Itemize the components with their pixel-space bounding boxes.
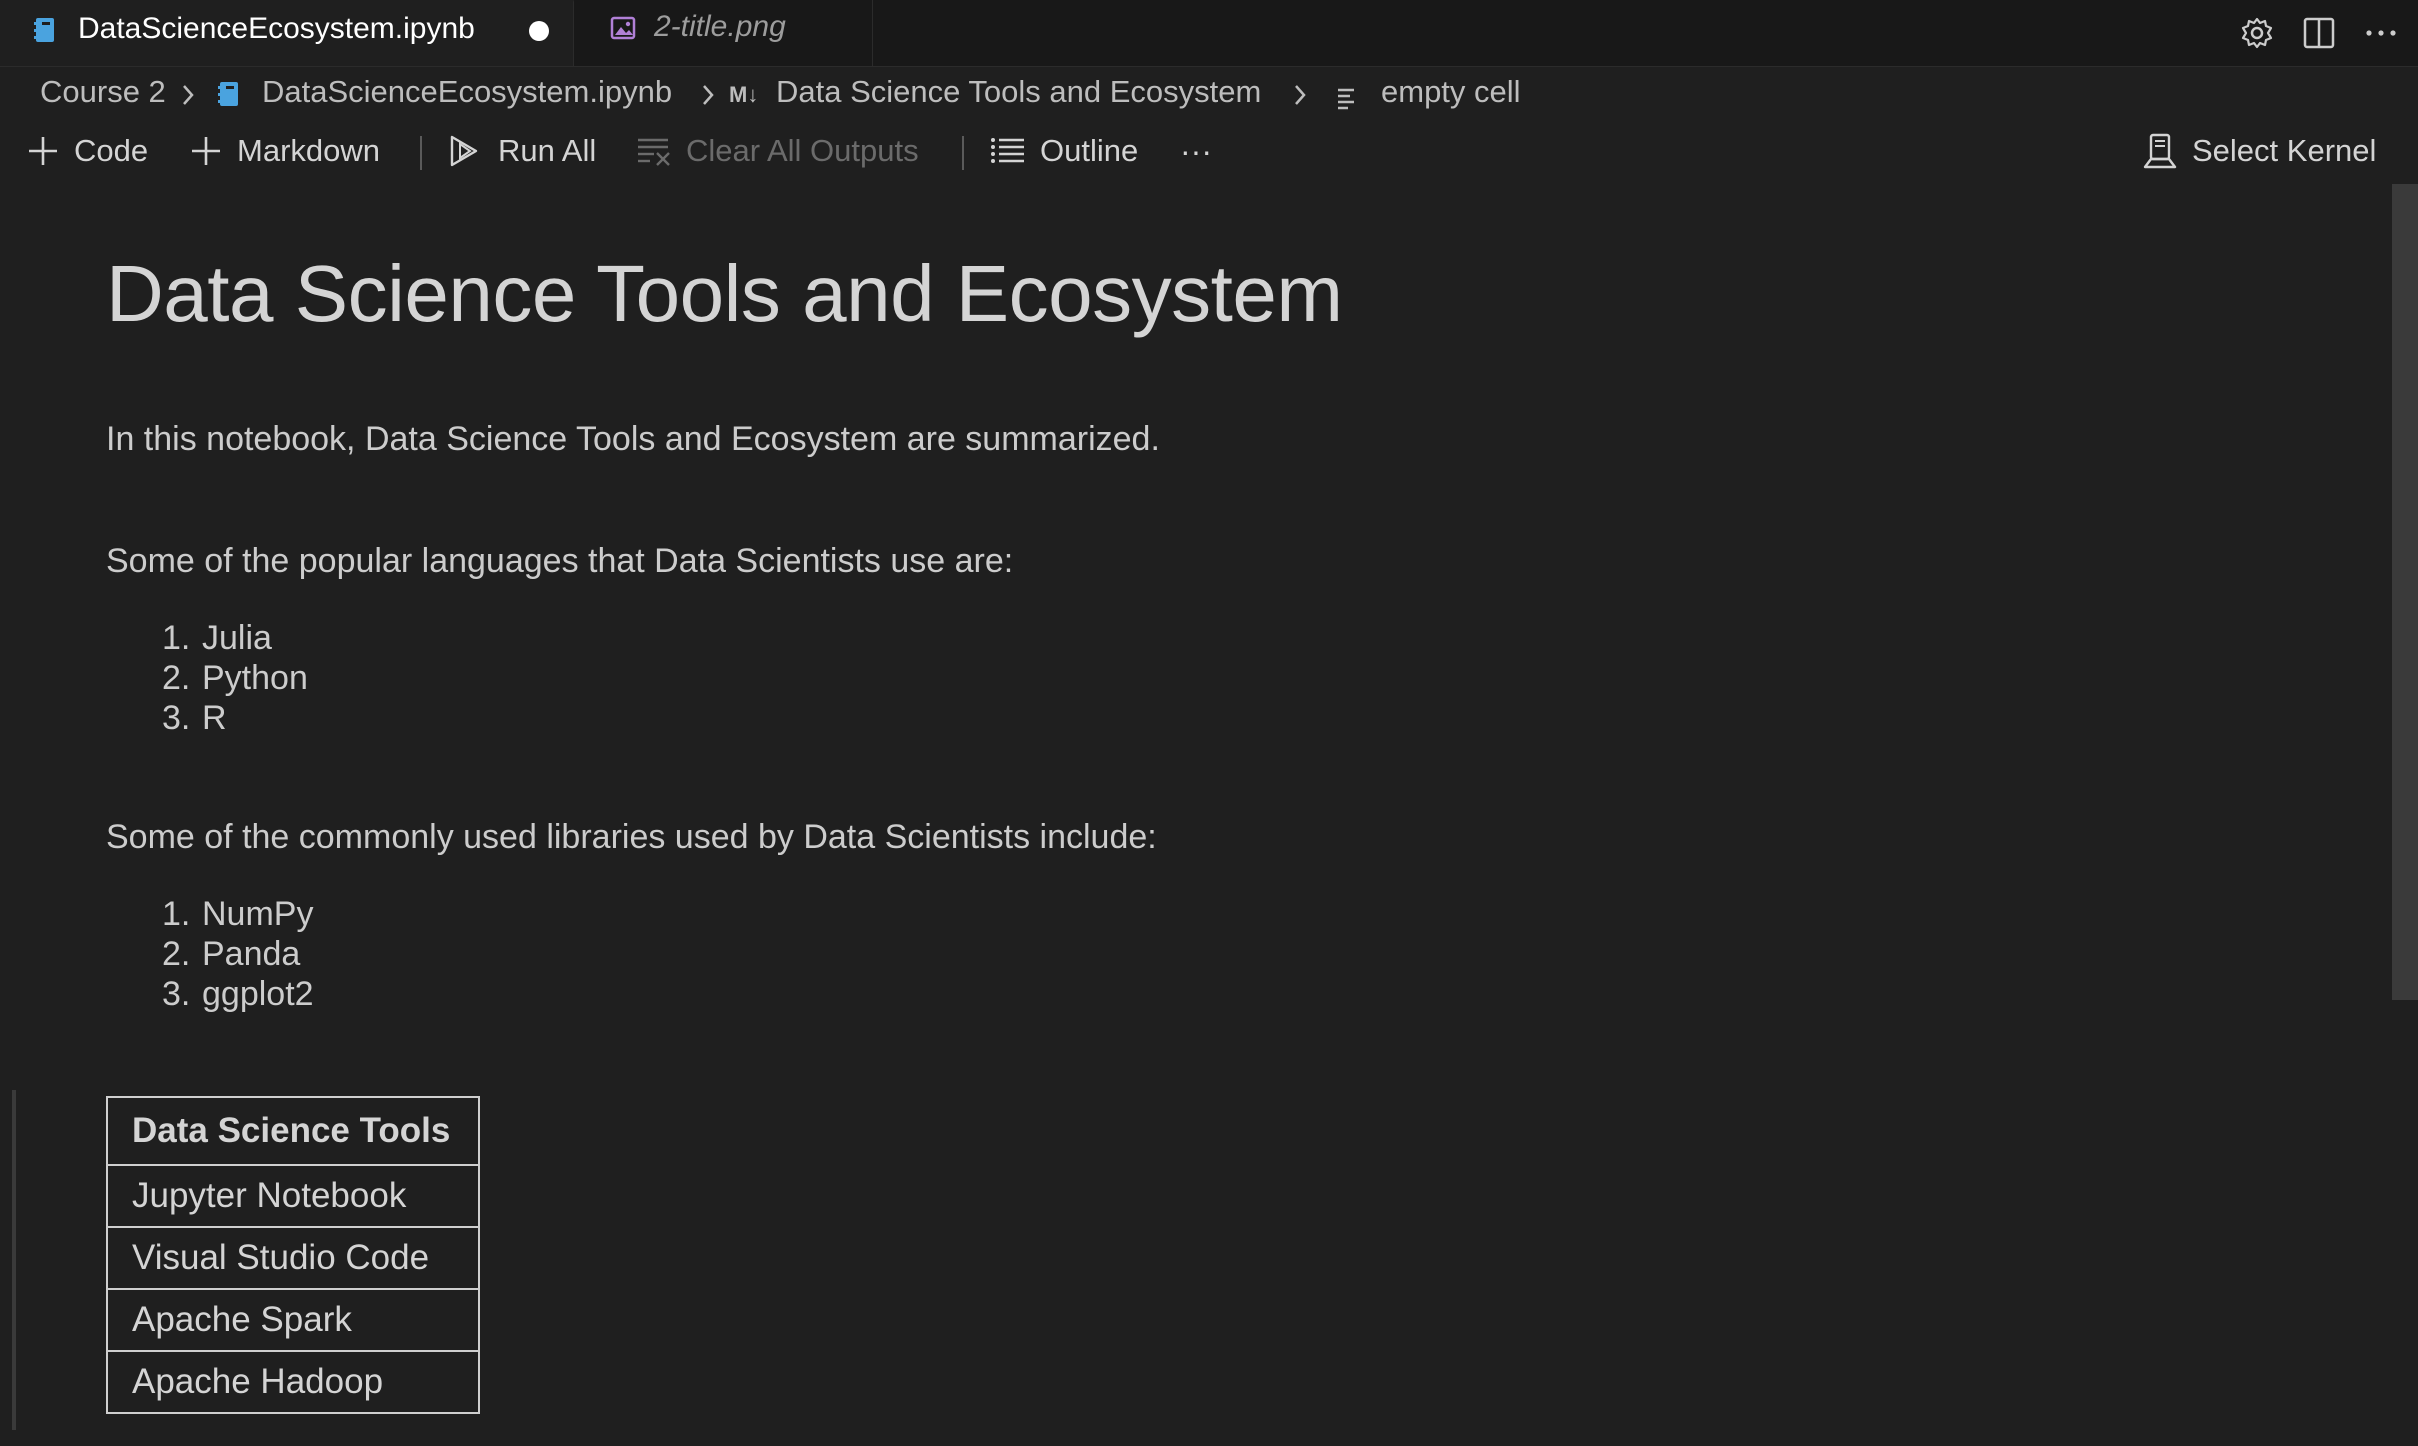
unsaved-dot-icon[interactable] xyxy=(529,21,549,41)
chevron-right-icon xyxy=(1292,80,1308,116)
notebook-icon xyxy=(218,80,240,116)
libraries-heading: Some of the commonly used libraries used… xyxy=(106,818,1157,856)
table-header-cell: Data Science Tools xyxy=(106,1096,480,1166)
markdown-badge-icon: M↓ xyxy=(729,82,759,107)
breadcrumb-empty-cell[interactable]: empty cell xyxy=(1381,74,1521,110)
add-markdown-cell-button[interactable]: Markdown xyxy=(189,128,380,174)
breadcrumb-course-2[interactable]: Course 2 xyxy=(40,74,166,110)
table-header-row: Data Science Tools xyxy=(106,1096,480,1166)
tab-label: 2-title.png xyxy=(654,10,786,43)
gear-icon[interactable] xyxy=(2232,8,2282,58)
more-toolbar-actions-button[interactable]: ··· xyxy=(1180,128,1212,174)
toolbar-divider xyxy=(962,136,964,170)
notebook-title: Data Science Tools and Ecosystem xyxy=(106,249,1343,338)
breadcrumb-notebook-file[interactable]: DataScienceEcosystem.ipynb xyxy=(262,74,672,110)
tab-2-title-png[interactable]: 2-title.png xyxy=(575,0,873,66)
table-cell: Jupyter Notebook xyxy=(106,1164,480,1228)
list-item: 1. NumPy xyxy=(162,895,314,933)
outline-icon xyxy=(991,138,1024,163)
table-row: Apache Hadoop xyxy=(106,1350,480,1414)
table-cell: Apache Hadoop xyxy=(106,1350,480,1414)
clear-outputs-icon xyxy=(638,138,670,166)
more-icon: ··· xyxy=(1180,132,1212,169)
cell-focus-indicator xyxy=(12,1090,16,1430)
plus-icon xyxy=(192,137,220,165)
breadcrumb: Course 2 DataScienceEcosystem.ipynb M↓ D… xyxy=(0,70,2418,118)
run-all-label: Run All xyxy=(498,133,597,168)
kernel-icon xyxy=(2143,133,2177,169)
outline-button[interactable]: Outline xyxy=(990,128,1138,174)
list-item: 3. R xyxy=(162,699,227,737)
empty-cell-icon xyxy=(1336,82,1360,118)
vertical-scrollbar[interactable] xyxy=(2392,184,2418,1000)
add-code-cell-button[interactable]: Code xyxy=(26,128,148,174)
languages-heading: Some of the popular languages that Data … xyxy=(106,542,1014,580)
table-row: Visual Studio Code xyxy=(106,1226,480,1290)
plus-icon xyxy=(29,137,57,165)
run-all-icon xyxy=(450,135,478,167)
split-editor-icon[interactable] xyxy=(2294,8,2344,58)
list-item: 3. ggplot2 xyxy=(162,975,314,1013)
add-code-label: Code xyxy=(74,133,149,168)
list-item: 2. Python xyxy=(162,659,308,697)
tab-bar: DataScienceEcosystem.ipynb 2-title.png xyxy=(0,0,2418,67)
chevron-right-icon xyxy=(180,80,196,116)
chevron-right-icon xyxy=(700,80,716,116)
editor-actions xyxy=(2218,8,2418,58)
notebook-icon xyxy=(34,16,56,52)
image-icon xyxy=(609,14,639,50)
table-cell: Apache Spark xyxy=(106,1288,480,1352)
run-all-button[interactable]: Run All xyxy=(448,128,596,174)
table-row: Apache Spark xyxy=(106,1288,480,1352)
clear-all-outputs-button[interactable]: Clear All Outputs xyxy=(636,128,919,174)
table-row: Jupyter Notebook xyxy=(106,1164,480,1228)
tab-label: DataScienceEcosystem.ipynb xyxy=(78,12,475,45)
tab-datascienceecosystem[interactable]: DataScienceEcosystem.ipynb xyxy=(0,0,574,66)
add-markdown-label: Markdown xyxy=(237,133,380,168)
list-item: 2. Panda xyxy=(162,935,301,973)
list-item: 1. Julia xyxy=(162,619,272,657)
table-cell: Visual Studio Code xyxy=(106,1226,480,1290)
more-actions-icon[interactable] xyxy=(2356,8,2406,58)
toolbar-divider xyxy=(420,136,422,170)
data-science-tools-table: Data Science Tools Jupyter Notebook Visu… xyxy=(106,1096,480,1414)
outline-label: Outline xyxy=(1040,133,1139,168)
libraries-list: 1. NumPy 2. Panda 3. ggplot2 xyxy=(106,894,314,1014)
breadcrumb-heading[interactable]: Data Science Tools and Ecosystem xyxy=(776,74,1261,110)
clear-all-outputs-label: Clear All Outputs xyxy=(686,133,919,168)
select-kernel-label: Select Kernel xyxy=(2192,133,2377,168)
intro-paragraph: In this notebook, Data Science Tools and… xyxy=(106,420,1160,458)
select-kernel-button[interactable]: Select Kernel xyxy=(2142,128,2376,174)
languages-list: 1. Julia 2. Python 3. R xyxy=(106,618,308,738)
notebook-toolbar: Code Markdown Run All Clear All Outputs … xyxy=(0,124,2418,180)
